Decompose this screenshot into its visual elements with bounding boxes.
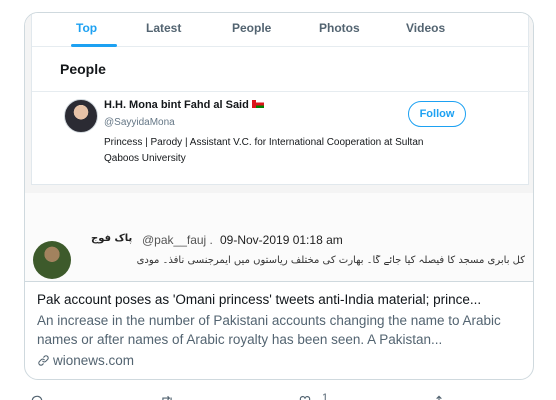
tweet-handle: @pak__fauj . xyxy=(142,233,213,247)
user-display-name: H.H. Mona bint Fahd al Said xyxy=(104,99,264,111)
tweet-actions: 1 xyxy=(0,390,556,400)
divider xyxy=(32,91,530,92)
tweet-screenshot: پاک فوج @pak__fauj . 09-Nov-2019 01:18 a… xyxy=(25,193,533,281)
tweet-date: 09-Nov-2019 01:18 am xyxy=(220,233,343,247)
tweet-text: کل بابری مسجد کا فیصلہ کیا جائے گا۔ بھار… xyxy=(136,255,525,266)
tab-people: People xyxy=(232,21,272,35)
tab-latest: Latest xyxy=(146,21,182,35)
search-tabs: Top Latest People Photos Videos xyxy=(32,13,530,47)
tab-videos: Videos xyxy=(406,21,446,35)
card-title[interactable]: Pak account poses as 'Omani princess' tw… xyxy=(37,290,523,309)
share-icon[interactable] xyxy=(432,394,446,400)
like-count: 1 xyxy=(322,392,329,400)
search-screenshot: Top Latest People Photos Videos People H… xyxy=(31,13,530,185)
people-heading: People xyxy=(60,61,106,77)
reply-icon[interactable] xyxy=(30,394,44,400)
like-icon[interactable] xyxy=(298,394,312,400)
card-domain[interactable]: wionews.com xyxy=(37,351,523,370)
tab-top: Top xyxy=(76,21,98,35)
card-domain-text: wionews.com xyxy=(53,353,135,368)
oman-flag-icon xyxy=(251,100,264,108)
card-text[interactable]: Pak account poses as 'Omani princess' tw… xyxy=(25,281,533,379)
active-tab-indicator xyxy=(71,44,117,47)
tab-photos: Photos xyxy=(319,21,360,35)
avatar xyxy=(33,241,71,279)
link-preview-card[interactable]: Top Latest People Photos Videos People H… xyxy=(24,12,534,380)
avatar xyxy=(64,99,98,133)
follow-button: Follow xyxy=(408,101,466,127)
tweet-author-name: پاک فوج xyxy=(91,233,133,244)
link-icon xyxy=(38,355,49,366)
card-description: An increase in the number of Pakistani a… xyxy=(37,313,501,347)
card-image[interactable]: Top Latest People Photos Videos People H… xyxy=(25,13,533,281)
user-handle: @SayyidaMona xyxy=(104,117,175,128)
user-name-text: H.H. Mona bint Fahd al Said xyxy=(104,99,249,111)
user-bio: Princess | Parody | Assistant V.C. for I… xyxy=(104,137,424,164)
retweet-icon[interactable] xyxy=(160,394,174,400)
